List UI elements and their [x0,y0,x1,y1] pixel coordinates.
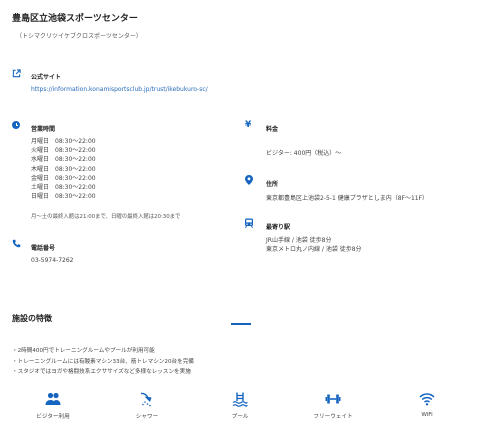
hours-day: 土曜日 [31,184,50,192]
hours-row: 木曜日 08:30～22:00 [31,165,96,174]
hours-list: 月曜日 08:30～22:00 火曜日 08:30～22:00 水曜日 08:30～2… [31,137,96,201]
hours-row: 日曜日 08:30～22:00 [31,192,96,201]
amenity-visitor: ビジター利用 [13,391,93,420]
hours-time: 08:30～22:00 [55,138,96,145]
fee-value: ビジター: 400円（税込）～ [266,150,342,157]
amenity-label: フリーウェイト [313,414,353,420]
hours-note: 月～土の最終入館は21:00まで、日曜の最終入館は20:30まで [31,214,181,220]
station-label: 最寄り駅 [266,224,291,231]
hours-day: 日曜日 [31,193,50,201]
yen-icon: ¥ [245,120,252,130]
shower-icon [140,392,152,407]
hours-time: 08:30～22:00 [55,174,96,182]
amenity-label: WiFi [421,412,433,418]
location-pin-icon [245,175,253,185]
amenity-label: シャワー [135,414,159,420]
station-line: JR山手線 / 池袋 徒歩8分 [266,237,332,244]
amenity-shower: シャワー [107,391,187,420]
feature-item: ・2時間400円でトレーニングルームやプールが利用可能 [12,348,155,354]
hours-day: 金曜日 [31,174,50,182]
amenity-wifi: WiFi [387,391,467,418]
amenity-bar: ビジター利用 シャワー プール フリーウェイト WiFi [0,391,480,431]
external-link-icon [12,69,21,78]
hours-time: 08:30～22:00 [55,147,96,155]
hours-time: 08:30～22:00 [55,156,96,164]
website-link[interactable]: https://information.konamisportsclub.jp/… [31,86,208,93]
fee-label: 料金 [266,126,279,133]
hours-day: 水曜日 [31,156,50,164]
amenity-label: ビジター利用 [36,414,70,420]
hours-label: 営業時間 [31,126,56,133]
feature-item: ・スタジオではヨガや格闘技系エクササイズなど多様なレッスンを実施 [12,369,191,375]
address-value: 東京都豊島区上池袋2-5-1 健康プラザとしま内（8F～11F） [266,195,429,202]
website-label: 公式サイト [31,74,62,81]
phone-value[interactable]: 03-5974-7262 [31,257,74,264]
amenity-pool: プール [200,391,280,420]
hours-time: 08:30～22:00 [55,165,96,173]
hours-row: 火曜日 08:30～22:00 [31,146,96,155]
hours-row: 水曜日 08:30～22:00 [31,155,96,164]
train-icon [245,218,253,228]
amenity-free-weight: フリーウェイト [293,391,373,420]
hours-day: 火曜日 [31,147,50,155]
feature-item: ・トレーニングルームには有酸素マシン33台、筋トレマシン20台を完備 [12,358,194,365]
hours-row: 月曜日 08:30～22:00 [31,137,96,146]
facility-title: 豊島区立池袋スポーツセンター [12,14,138,24]
station-line: 東京メトロ丸ノ内線 / 池袋 徒歩8分 [266,246,362,253]
hours-day: 木曜日 [31,165,50,173]
feature-list: ・2時間400円でトレーニングルームやプールが利用可能 ・トレーニングルームには… [12,346,194,378]
features-title: 施設の特徴 [12,314,52,323]
features-underline [231,323,251,325]
address-label: 住所 [266,181,279,188]
dumbbell-icon [325,394,341,404]
wifi-icon [419,393,435,406]
facility-subtitle: （トシマクリツイケブクロスポーツセンター） [16,33,142,40]
hours-time: 08:30～22:00 [55,184,96,192]
station-list: JR山手線 / 池袋 徒歩8分 東京メトロ丸ノ内線 / 池袋 徒歩8分 [266,236,362,254]
clock-icon [12,121,20,129]
people-icon [45,392,61,405]
phone-icon [12,239,21,248]
hours-time: 08:30～22:00 [55,193,96,201]
pool-icon [232,392,248,407]
hours-row: 金曜日 08:30～22:00 [31,174,96,183]
phone-label: 電話番号 [31,245,56,252]
amenity-label: プール [231,414,249,420]
hours-row: 土曜日 08:30～22:00 [31,183,96,192]
hours-day: 月曜日 [31,138,50,145]
